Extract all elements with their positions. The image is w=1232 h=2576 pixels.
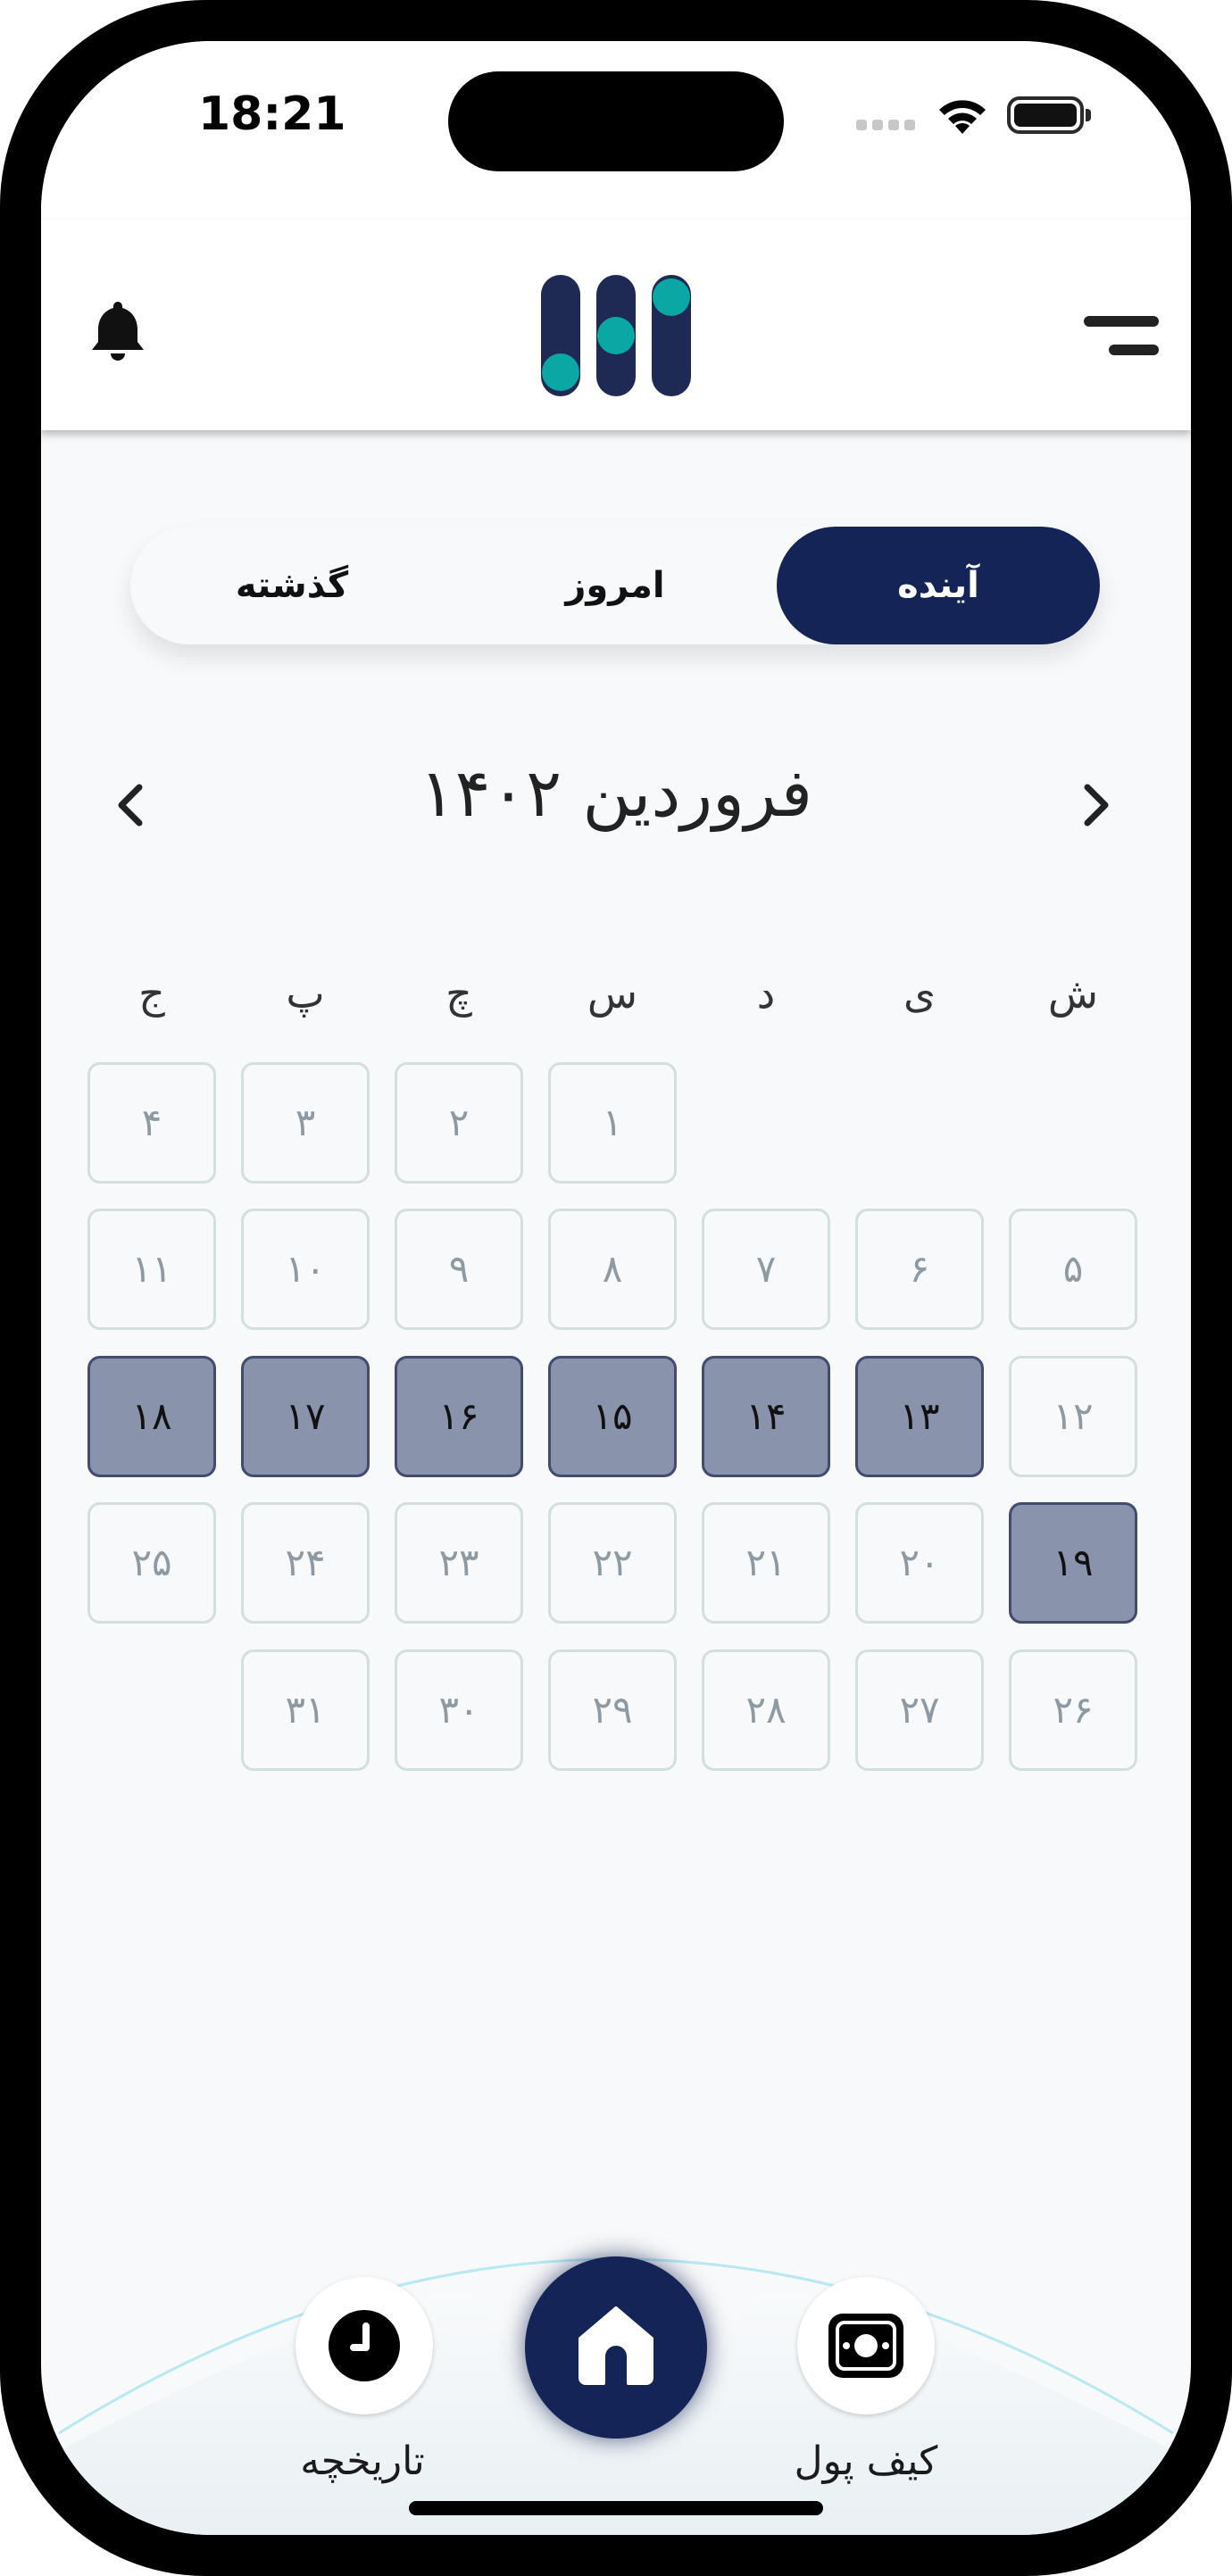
calendar-day[interactable]: ۳ bbox=[241, 1062, 370, 1184]
home-indicator bbox=[409, 2501, 823, 2515]
phone-frame: 18:21 گذشته امروز آینده فروردین ۱۴۰۲ ش ی… bbox=[0, 0, 1232, 2576]
weekday-label: پ bbox=[286, 969, 325, 1018]
chevron-left-icon[interactable] bbox=[109, 780, 152, 830]
tab-future[interactable]: آینده bbox=[777, 527, 1100, 644]
wifi-icon bbox=[939, 100, 986, 134]
calendar-day[interactable]: ۳۱ bbox=[241, 1649, 370, 1771]
calendar-day[interactable]: ۵ bbox=[1009, 1209, 1137, 1330]
weekday-label: ج bbox=[138, 969, 165, 1018]
history-button[interactable] bbox=[296, 2277, 433, 2414]
calendar-day[interactable]: ۲۴ bbox=[241, 1502, 370, 1624]
calendar-day[interactable]: ۱۴ bbox=[702, 1356, 830, 1477]
chevron-right-icon[interactable] bbox=[1075, 780, 1118, 830]
calendar-day[interactable]: ۱۸ bbox=[87, 1356, 216, 1477]
tab-today[interactable]: امروز bbox=[454, 527, 777, 644]
calendar-day[interactable]: ۶ bbox=[855, 1209, 984, 1330]
calendar-day[interactable]: ۲۸ bbox=[702, 1649, 830, 1771]
status-time: 18:21 bbox=[198, 87, 346, 141]
period-tabs: گذشته امروز آینده bbox=[130, 527, 1100, 644]
app-header bbox=[41, 220, 1191, 430]
weekday-label: چ bbox=[445, 969, 472, 1018]
calendar-day[interactable]: ۱۱ bbox=[87, 1209, 216, 1330]
wallet-button[interactable] bbox=[797, 2277, 935, 2414]
tab-past[interactable]: گذشته bbox=[130, 527, 454, 644]
menu-icon[interactable] bbox=[1084, 312, 1159, 359]
calendar-day[interactable]: ۴ bbox=[87, 1062, 216, 1184]
calendar-day[interactable]: ۲۷ bbox=[855, 1649, 984, 1771]
calendar-day[interactable]: ۱۹ bbox=[1009, 1502, 1137, 1624]
wallet-label: کیف پول bbox=[794, 2439, 938, 2484]
home-icon bbox=[579, 2306, 653, 2385]
calendar-day[interactable]: ۲۱ bbox=[702, 1502, 830, 1624]
app-logo bbox=[541, 275, 691, 396]
calendar-day[interactable]: ۱۰ bbox=[241, 1209, 370, 1330]
calendar-day[interactable]: ۲۹ bbox=[548, 1649, 677, 1771]
month-title: فروردین ۱۴۰۲ bbox=[419, 755, 813, 832]
calendar-day[interactable]: ۱ bbox=[548, 1062, 677, 1184]
calendar-day[interactable]: ۲۵ bbox=[87, 1502, 216, 1624]
calendar-day[interactable]: ۸ bbox=[548, 1209, 677, 1330]
calendar-day[interactable]: ۲۲ bbox=[548, 1502, 677, 1624]
weekday-label: ی bbox=[903, 969, 936, 1018]
calendar-day[interactable]: ۳۰ bbox=[395, 1649, 523, 1771]
calendar-day[interactable]: ۱۵ bbox=[548, 1356, 677, 1477]
calendar-day[interactable]: ۲۶ bbox=[1009, 1649, 1137, 1771]
battery-icon bbox=[1007, 96, 1091, 134]
calendar-day[interactable]: ۱۷ bbox=[241, 1356, 370, 1477]
clock-icon bbox=[329, 2310, 400, 2381]
calendar-day[interactable]: ۲۰ bbox=[855, 1502, 984, 1624]
calendar-day[interactable]: ۱۶ bbox=[395, 1356, 523, 1477]
wallet-icon bbox=[828, 2314, 903, 2378]
calendar-day[interactable]: ۱۳ bbox=[855, 1356, 984, 1477]
calendar-day[interactable]: ۲۳ bbox=[395, 1502, 523, 1624]
calendar-day[interactable]: ۹ bbox=[395, 1209, 523, 1330]
calendar-day[interactable]: ۱۲ bbox=[1009, 1356, 1137, 1477]
bell-icon[interactable] bbox=[89, 298, 146, 362]
calendar-day[interactable]: ۷ bbox=[702, 1209, 830, 1330]
weekday-label: د bbox=[756, 969, 776, 1018]
dynamic-island bbox=[448, 71, 784, 171]
home-button[interactable] bbox=[525, 2256, 707, 2439]
status-bar: 18:21 bbox=[41, 41, 1191, 220]
history-label: تاریخچه bbox=[300, 2439, 425, 2484]
screen: 18:21 گذشته امروز آینده فروردین ۱۴۰۲ ش ی… bbox=[41, 41, 1191, 2535]
weekday-label: س bbox=[587, 969, 638, 1018]
calendar-day[interactable]: ۲ bbox=[395, 1062, 523, 1184]
signal-icon bbox=[856, 120, 919, 132]
weekday-label: ش bbox=[1047, 969, 1099, 1018]
